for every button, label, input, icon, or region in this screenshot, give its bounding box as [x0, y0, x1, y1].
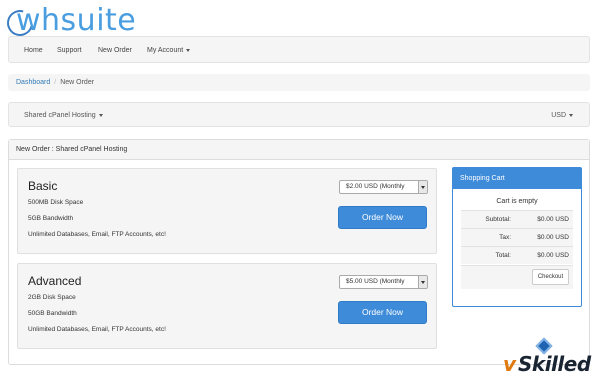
billing-cycle-select[interactable]: $2.00 USD (Monthly — [339, 180, 428, 194]
category-dropdown-label: Shared cPanel Hosting — [24, 112, 96, 119]
breadcrumb-dashboard-link[interactable]: Dashboard — [16, 79, 50, 86]
billing-cycle-value: $5.00 USD (Monthly — [346, 278, 405, 285]
cart-title: Shopping Cart — [453, 168, 581, 189]
select-arrow-icon — [418, 276, 427, 288]
cart-total-row: Total: $0.00 USD — [461, 246, 573, 264]
plan-feature: Unlimited Databases, Email, FTP Accounts… — [28, 326, 166, 333]
nav-new-order[interactable]: New Order — [98, 37, 132, 64]
vskilled-watermark: v Skilled — [503, 337, 600, 376]
plan-feature: 2GB Disk Space — [28, 294, 76, 301]
plan-card-advanced: Advanced 2GB Disk Space 50GB Bandwidth U… — [17, 263, 437, 349]
plan-feature: 5GB Bandwidth — [28, 215, 74, 222]
cart-row-value: $0.00 USD — [537, 252, 569, 259]
cart-row-value: $0.00 USD — [537, 216, 569, 223]
cart-empty-message: Cart is empty — [496, 198, 538, 205]
breadcrumb-separator: / — [54, 79, 57, 86]
panel-title: New Order : Shared cPanel Hosting — [9, 140, 589, 160]
shopping-cart: Shopping Cart Cart is empty Subtotal: $0… — [452, 167, 582, 307]
cart-row-label: Subtotal: — [485, 216, 511, 223]
watermark-text: Skilled — [518, 352, 591, 376]
category-dropdown[interactable]: Shared cPanel Hosting — [24, 103, 103, 128]
billing-cycle-value: $2.00 USD (Monthly — [346, 183, 405, 190]
cart-row-value: $0.00 USD — [537, 234, 569, 241]
plan-card-basic: Basic 500MB Disk Space 5GB Bandwidth Unl… — [17, 168, 437, 254]
plan-name: Advanced — [28, 274, 82, 288]
plan-feature: 500MB Disk Space — [28, 199, 84, 206]
cart-row-label: Tax: — [499, 234, 511, 241]
checkout-button[interactable]: Checkout — [532, 269, 569, 285]
nav-support[interactable]: Support — [57, 37, 82, 64]
breadcrumb: Dashboard / New Order — [8, 74, 590, 91]
currency-dropdown-label: USD — [551, 112, 566, 119]
select-arrow-icon — [418, 181, 427, 193]
currency-dropdown[interactable]: USD — [551, 103, 573, 128]
breadcrumb-current: New Order — [60, 79, 95, 86]
cart-footer: Checkout — [461, 265, 573, 289]
plan-name: Basic — [28, 179, 58, 193]
order-now-button[interactable]: Order Now — [338, 301, 427, 324]
order-toolbar: Shared cPanel Hosting USD — [8, 102, 590, 127]
logo-text: whsuite — [16, 3, 137, 38]
brand-logo[interactable]: whsuite — [2, 3, 136, 41]
billing-cycle-select[interactable]: $5.00 USD (Monthly — [339, 275, 428, 289]
plan-feature: Unlimited Databases, Email, FTP Accounts… — [28, 231, 166, 238]
nav-my-account[interactable]: My Account — [147, 37, 191, 64]
cart-subtotal-row: Subtotal: $0.00 USD — [461, 210, 573, 228]
main-navbar: Home Support New Order My Account — [8, 36, 590, 63]
chevron-down-icon — [186, 48, 191, 52]
order-now-button[interactable]: Order Now — [338, 206, 427, 229]
nav-home[interactable]: Home — [24, 37, 43, 64]
chevron-down-icon — [569, 113, 573, 117]
cart-row-label: Total: — [495, 252, 511, 259]
nav-my-account-label: My Account — [147, 47, 184, 54]
chevron-down-icon — [98, 113, 103, 117]
watermark-v: v — [503, 352, 517, 376]
new-order-panel: New Order : Shared cPanel Hosting Basic … — [8, 139, 590, 365]
cart-tax-row: Tax: $0.00 USD — [461, 228, 573, 246]
plan-feature: 50GB Bandwidth — [28, 310, 77, 317]
